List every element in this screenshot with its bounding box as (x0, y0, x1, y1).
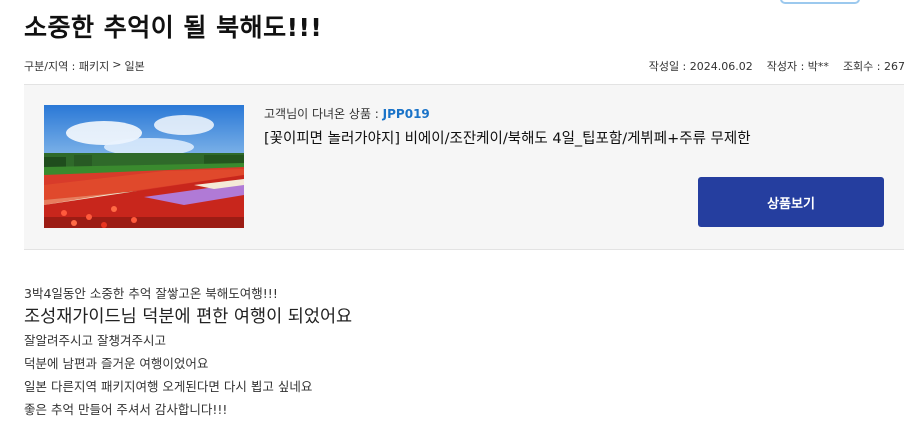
content-line: 좋은 추억 만들어 주셔서 감사합니다!!! (24, 402, 228, 417)
product-code[interactable]: JPP019 (383, 107, 430, 121)
product-name[interactable]: [꽃이피면 놀러가야지] 비에이/조잔케이/북해도 4일_팁포함/게뷔페+주류 … (264, 127, 751, 148)
breadcrumb-separator-icon: > (112, 58, 122, 71)
post-author: 작성자 : 박** (766, 60, 829, 73)
content-line: 일본 다른지역 패키지여행 오게된다면 다시 뵙고 싶네요 (24, 379, 313, 394)
flower-field-image (44, 105, 244, 228)
review-content: 3박4일동안 소중한 추억 잘쌓고온 북해도여행!!! 조성재가이드님 덕분에 … (24, 282, 352, 421)
post-info: 작성일 : 2024.06.02 작성자 : 박** 조회수 : 267 (649, 58, 905, 74)
visited-label: 고객님이 다녀온 상품 : (264, 107, 383, 121)
breadcrumb-region: 일본 (124, 60, 145, 73)
content-line: 3박4일동안 소중한 추억 잘쌓고온 북해도여행!!! (24, 286, 278, 301)
post-meta: 구분/지역 : 패키지 > 일본 작성일 : 2024.06.02 작성자 : … (24, 58, 909, 74)
post-date: 작성일 : 2024.06.02 (648, 60, 753, 73)
product-card: 고객님이 다녀온 상품 : JPP019 [꽃이피면 놀러가야지] 비에이/조잔… (24, 84, 904, 250)
content-line: 덕분에 남편과 즐거운 여행이었어요 (24, 356, 209, 371)
breadcrumb: 구분/지역 : 패키지 > 일본 (24, 58, 145, 74)
top-partial-button[interactable] (780, 0, 860, 4)
visited-product-line: 고객님이 다녀온 상품 : JPP019 (264, 105, 430, 122)
content-line: 조성재가이드님 덕분에 편한 여행이 되었어요 (24, 307, 353, 327)
post-views: 조회수 : 267 (842, 60, 905, 73)
view-product-button[interactable]: 상품보기 (698, 177, 884, 227)
page-title: 소중한 추억이 될 북해도!!! (24, 13, 323, 42)
product-thumbnail[interactable] (44, 105, 244, 228)
breadcrumb-category: 구분/지역 : 패키지 (24, 60, 110, 73)
content-line: 잘알려주시고 잘챙겨주시고 (24, 333, 166, 348)
